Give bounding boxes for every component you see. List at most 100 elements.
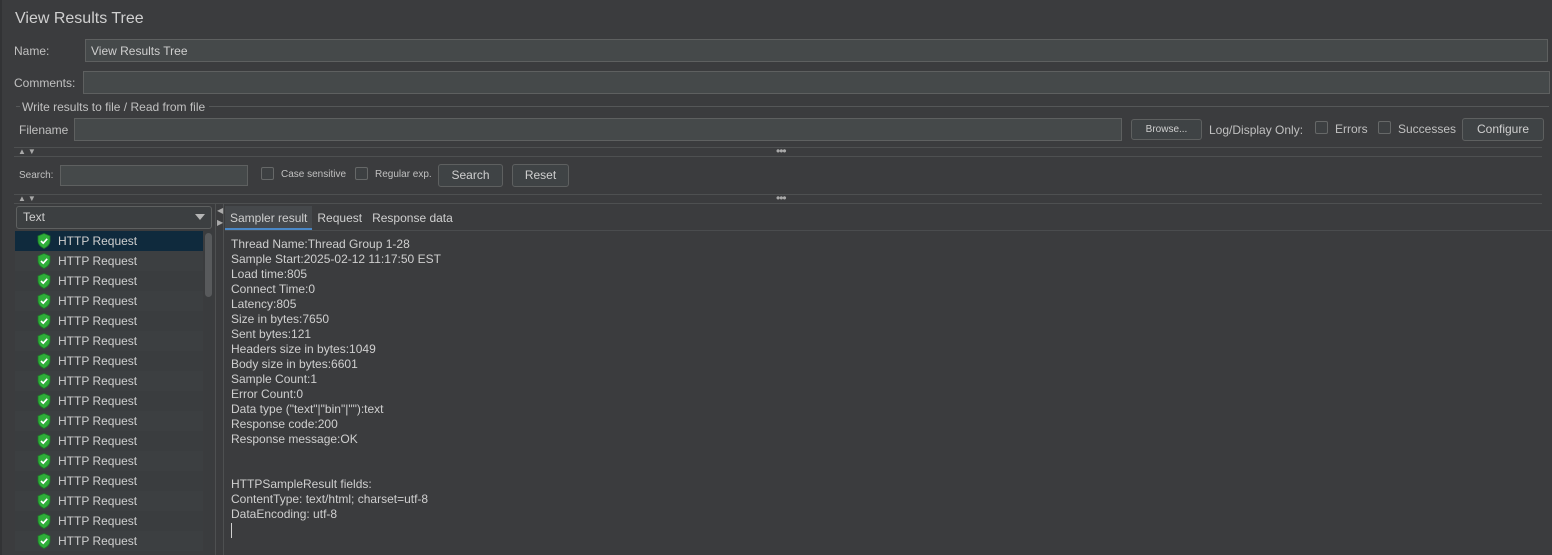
search-label: Search: [19, 170, 54, 181]
view-results-tree-panel: View Results Tree Name: View Results Tre… [0, 0, 1552, 555]
tree-item[interactable]: HTTP Request [15, 431, 203, 451]
name-input[interactable]: View Results Tree [85, 39, 1548, 62]
collapse-arrows-icon[interactable]: ▲▼ [18, 147, 38, 156]
comments-input[interactable] [83, 71, 1550, 94]
success-shield-icon [37, 353, 51, 369]
result-line: Response code:200 [231, 417, 338, 431]
filename-input[interactable] [74, 118, 1122, 141]
group-border [16, 106, 20, 107]
tree-item-label: HTTP Request [58, 494, 138, 508]
group-border [209, 106, 1549, 107]
tree-item[interactable]: HTTP Request [15, 291, 203, 311]
drag-handle-icon[interactable]: ••• [776, 191, 787, 205]
case-sensitive-checkbox[interactable] [261, 167, 274, 180]
tree-item[interactable]: HTTP Request [15, 491, 203, 511]
results-tree[interactable]: HTTP Request HTTP Request HTTP Request HTTP… [15, 231, 203, 555]
tree-item-label: HTTP Request [58, 534, 138, 548]
success-shield-icon [37, 253, 51, 269]
chevron-down-icon [195, 214, 205, 220]
success-shield-icon [37, 533, 51, 549]
tab-response-data[interactable]: Response data [367, 206, 458, 231]
result-line: Headers size in bytes:1049 [231, 342, 376, 356]
success-shield-icon [37, 333, 51, 349]
tree-item-label: HTTP Request [58, 434, 138, 448]
result-line: Latency:805 [231, 297, 297, 311]
success-shield-icon [37, 273, 51, 289]
search-input[interactable] [60, 165, 248, 186]
tree-item[interactable]: HTTP Request [15, 511, 203, 531]
log-display-only-label: Log/Display Only: [1209, 123, 1304, 137]
tree-item[interactable]: HTTP Request [15, 531, 203, 551]
configure-button[interactable]: Configure [1462, 118, 1544, 141]
tree-item-label: HTTP Request [58, 414, 138, 428]
result-line: Load time:805 [231, 267, 308, 281]
result-line: Error Count:0 [231, 387, 304, 401]
successes-label: Successes [1398, 122, 1457, 136]
tree-item-label: HTTP Request [58, 234, 138, 248]
browse-button[interactable]: Browse... [1131, 119, 1202, 140]
result-line: DataEncoding: utf-8 [231, 507, 338, 521]
panel-title: View Results Tree [15, 10, 144, 27]
collapse-arrows-icon[interactable]: ▲▼ [18, 194, 38, 203]
tree-item-label: HTTP Request [58, 254, 138, 268]
tree-item[interactable]: HTTP Request [15, 351, 203, 371]
tree-item[interactable]: HTTP Request [15, 451, 203, 471]
successes-checkbox[interactable] [1378, 121, 1391, 134]
tree-item-label: HTTP Request [58, 374, 138, 388]
errors-checkbox[interactable] [1315, 121, 1328, 134]
tree-item-label: HTTP Request [58, 354, 138, 368]
result-line: Sent bytes:121 [231, 327, 312, 341]
result-line: Sample Count:1 [231, 372, 318, 386]
result-line: Response message:OK [231, 432, 358, 446]
tab-divider [225, 230, 1552, 231]
success-shield-icon [37, 473, 51, 489]
result-line: Sample Start:2025-02-12 11:17:50 EST [231, 252, 441, 266]
regex-checkbox[interactable] [355, 167, 368, 180]
success-shield-icon [37, 313, 51, 329]
result-line: Connect Time:0 [231, 282, 316, 296]
splitter-middle[interactable]: ▲▼ ••• [14, 191, 1542, 205]
renderer-dropdown[interactable]: Text [16, 206, 212, 229]
tab-sampler-result[interactable]: Sampler result [225, 206, 313, 231]
tree-item-label: HTTP Request [58, 394, 138, 408]
tree-item[interactable]: HTTP Request [15, 251, 203, 271]
success-shield-icon [37, 513, 51, 529]
sampler-result-text[interactable]: Thread Name:Thread Group 1-28 Sample Star… [231, 237, 441, 538]
tree-item-label: HTTP Request [58, 314, 138, 328]
success-shield-icon [37, 373, 51, 389]
tree-item-label: HTTP Request [58, 334, 138, 348]
result-line: Size in bytes:7650 [231, 312, 330, 326]
tree-item-label: HTTP Request [58, 514, 138, 528]
tree-item[interactable]: HTTP Request [15, 391, 203, 411]
tree-item[interactable]: HTTP Request [15, 271, 203, 291]
text-cursor [231, 523, 232, 538]
tree-item[interactable]: HTTP Request [15, 471, 203, 491]
tree-item[interactable]: HTTP Request [15, 231, 203, 251]
tree-item[interactable]: HTTP Request [15, 411, 203, 431]
collapse-left-icon[interactable]: ◀ [217, 206, 223, 215]
tab-request[interactable]: Request [312, 206, 367, 231]
filename-label: Filename [19, 123, 69, 137]
tree-item[interactable]: HTTP Request [15, 331, 203, 351]
result-line: Data type ("text"|"bin"|""):text [231, 402, 384, 416]
errors-label: Errors [1335, 122, 1368, 136]
renderer-selected: Text [23, 210, 46, 224]
success-shield-icon [37, 453, 51, 469]
collapse-right-icon[interactable]: ▶ [217, 218, 223, 227]
result-line [231, 462, 441, 477]
result-line: Thread Name:Thread Group 1-28 [231, 237, 410, 251]
case-sensitive-label: Case sensitive [281, 169, 347, 180]
tree-item-label: HTTP Request [58, 274, 138, 288]
file-group-title: Write results to file / Read from file [22, 100, 206, 114]
search-button[interactable]: Search [438, 164, 503, 187]
success-shield-icon [37, 413, 51, 429]
tree-scrollbar-thumb[interactable] [205, 233, 212, 297]
tree-item-label: HTTP Request [58, 294, 138, 308]
drag-handle-icon[interactable]: ••• [776, 144, 787, 158]
tree-item[interactable]: HTTP Request [15, 371, 203, 391]
splitter-top[interactable]: ▲▼ ••• [14, 144, 1542, 158]
tree-item[interactable]: HTTP Request [15, 311, 203, 331]
vertical-splitter[interactable]: ◀ ▶ [215, 204, 224, 555]
reset-button[interactable]: Reset [512, 164, 569, 187]
result-tabs: Sampler result Request Response data [225, 206, 458, 231]
